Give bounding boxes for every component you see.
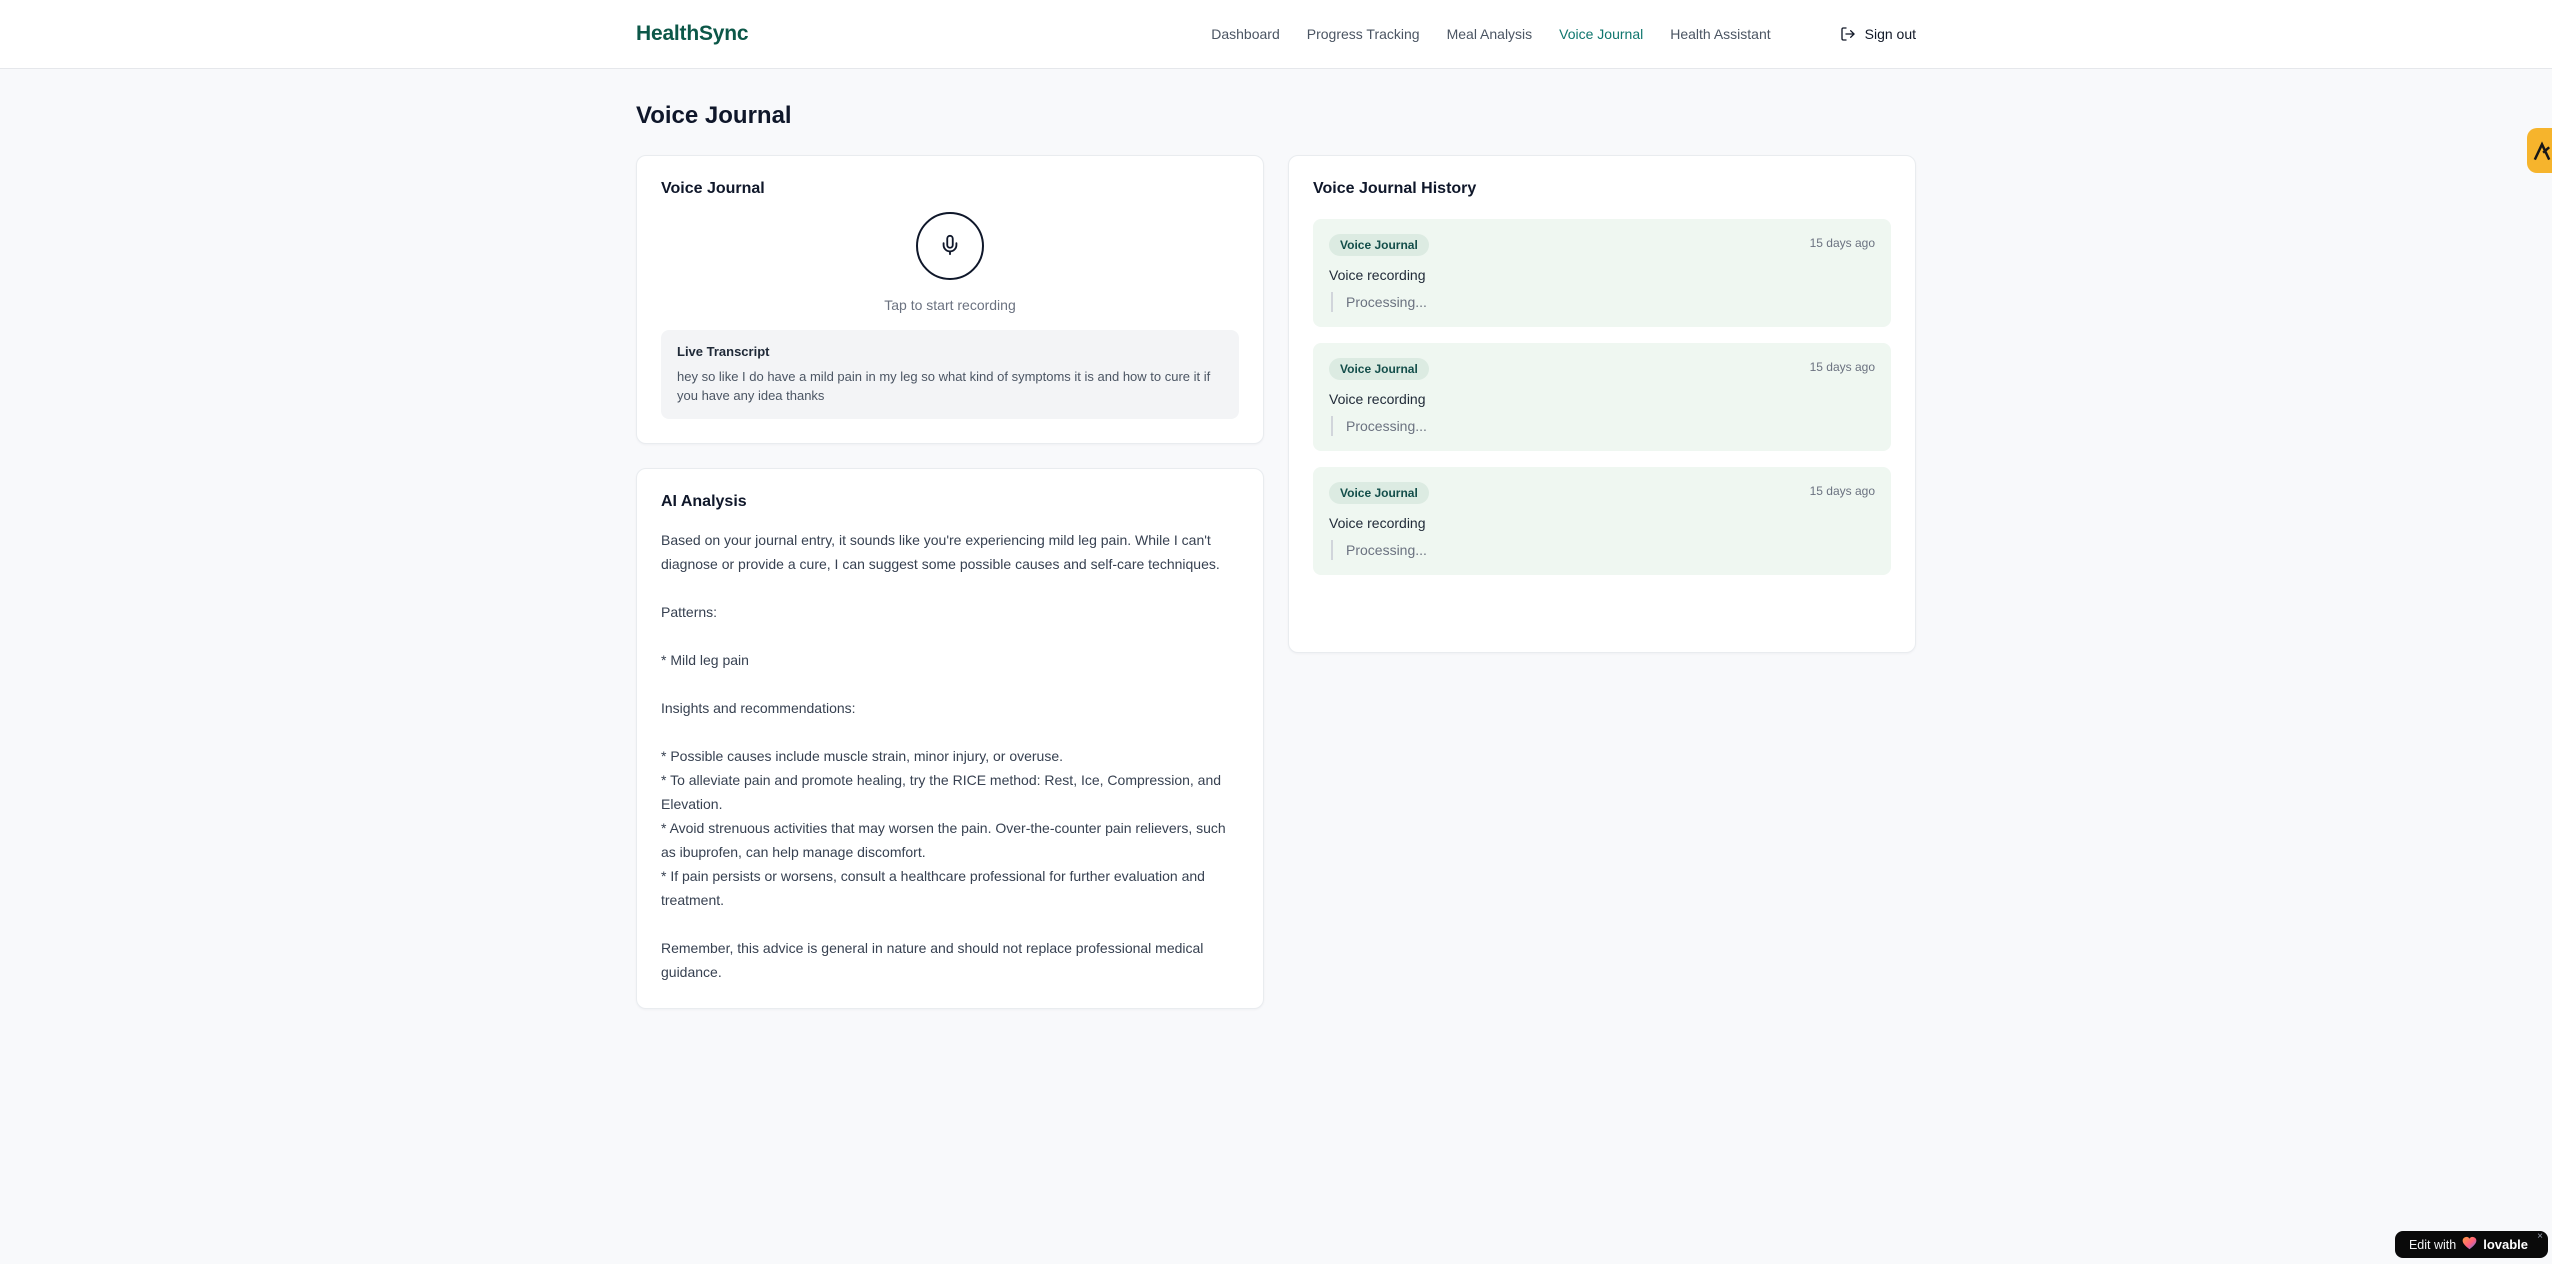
history-card-title: Voice Journal History — [1313, 180, 1477, 197]
entry-title: Voice recording — [1329, 267, 1426, 283]
ai-analysis-text: Based on your journal entry, it sounds l… — [661, 532, 1226, 980]
close-icon[interactable]: × — [2537, 1232, 2543, 1242]
nav-item-health-assistant[interactable]: Health Assistant — [1670, 26, 1770, 42]
entry-status: Processing... — [1331, 416, 1875, 436]
tap-to-record-label: Tap to start recording — [884, 297, 1016, 313]
lambda-logo-icon — [2532, 140, 2552, 161]
history-list: Voice Journal 15 days ago Voice recordin… — [1313, 219, 1891, 575]
brand-logo[interactable]: HealthSync — [636, 22, 749, 46]
history-item[interactable]: Voice Journal 15 days ago Voice recordin… — [1313, 343, 1891, 451]
nav-item-voice-journal[interactable]: Voice Journal — [1559, 26, 1643, 42]
entry-status: Processing... — [1331, 540, 1875, 560]
history-item[interactable]: Voice Journal 15 days ago Voice recordin… — [1313, 467, 1891, 575]
side-feedback-badge[interactable] — [2527, 128, 2552, 173]
history-item[interactable]: Voice Journal 15 days ago Voice recordin… — [1313, 219, 1891, 327]
entry-status: Processing... — [1331, 292, 1875, 312]
entry-timestamp: 15 days ago — [1809, 484, 1875, 498]
sign-out-button[interactable]: Sign out — [1840, 26, 1916, 42]
top-header: HealthSync Dashboard Progress Tracking M… — [0, 0, 2552, 69]
ai-analysis-card: AI Analysis Based on your journal entry,… — [636, 468, 1264, 1009]
edit-with-label: Edit with — [2408, 1237, 2457, 1252]
entry-timestamp: 15 days ago — [1809, 236, 1875, 250]
voice-journal-history-card: Voice Journal History Voice Journal 15 d… — [1288, 155, 1916, 653]
nav-item-dashboard[interactable]: Dashboard — [1211, 26, 1280, 42]
ai-analysis-title: AI Analysis — [661, 493, 747, 510]
nav-item-progress-tracking[interactable]: Progress Tracking — [1307, 26, 1420, 42]
main-content: Voice Journal Voice Journal Tap to start… — [636, 69, 1916, 1009]
main-nav: Dashboard Progress Tracking Meal Analysi… — [1211, 26, 1916, 42]
heart-icon — [2462, 1236, 2477, 1253]
live-transcript-box: Live Transcript hey so like I do have a … — [661, 330, 1239, 419]
lovable-brand-label: lovable — [2483, 1237, 2528, 1252]
entry-type-badge: Voice Journal — [1329, 358, 1429, 380]
entry-type-badge: Voice Journal — [1329, 482, 1429, 504]
edit-with-lovable-badge[interactable]: Edit with lovable × — [2394, 1231, 2548, 1258]
right-column: Voice Journal History Voice Journal 15 d… — [1288, 155, 1916, 653]
page-title: Voice Journal — [636, 102, 792, 129]
recorder-card-title: Voice Journal — [661, 180, 765, 197]
voice-recorder-card: Voice Journal Tap to start recording Liv… — [636, 155, 1264, 444]
entry-title: Voice recording — [1329, 515, 1426, 531]
live-transcript-title: Live Transcript — [677, 344, 770, 359]
entry-timestamp: 15 days ago — [1809, 360, 1875, 374]
live-transcript-text: hey so like I do have a mild pain in my … — [677, 369, 1211, 403]
left-column: Voice Journal Tap to start recording Liv… — [636, 155, 1264, 1009]
sign-out-label: Sign out — [1864, 26, 1916, 42]
entry-type-badge: Voice Journal — [1329, 234, 1429, 256]
record-button[interactable] — [916, 212, 984, 280]
log-out-icon — [1840, 26, 1856, 42]
entry-title: Voice recording — [1329, 391, 1426, 407]
nav-item-meal-analysis[interactable]: Meal Analysis — [1447, 26, 1533, 42]
microphone-icon — [939, 234, 961, 259]
